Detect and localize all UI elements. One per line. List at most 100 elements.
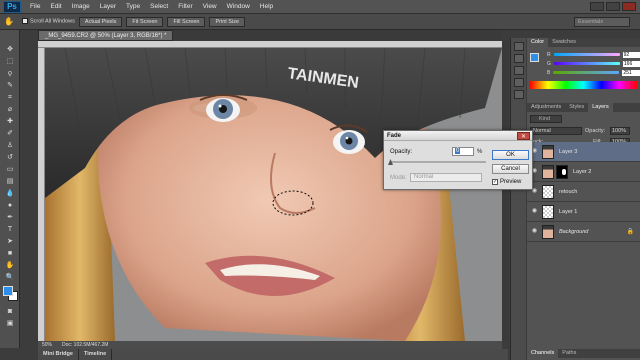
type-tool-icon[interactable]: T bbox=[3, 224, 17, 235]
layer-row-layer-2[interactable]: ◉ Layer 2 bbox=[527, 162, 640, 182]
print-size-button[interactable]: Print Size bbox=[209, 16, 246, 27]
photoshop-logo: Ps bbox=[3, 0, 21, 13]
tab-timeline[interactable]: Timeline bbox=[79, 349, 113, 360]
zoom-level[interactable]: 50% bbox=[42, 342, 52, 348]
opacity-label: Opacity: bbox=[585, 128, 606, 134]
menu-help[interactable]: Help bbox=[255, 0, 278, 14]
tab-paths[interactable]: Paths bbox=[558, 349, 580, 358]
marquee-tool-icon[interactable]: ⬚ bbox=[3, 56, 17, 67]
dialog-close-icon[interactable]: ✕ bbox=[517, 132, 530, 140]
color-spectrum-bar[interactable] bbox=[530, 81, 637, 89]
preview-checkbox[interactable]: ✓ Preview bbox=[492, 179, 521, 185]
tab-layers[interactable]: Layers bbox=[588, 103, 613, 112]
hand-tool-icon[interactable]: ✋ bbox=[3, 260, 17, 271]
menu-edit[interactable]: Edit bbox=[45, 0, 66, 14]
layer-row-layer-1[interactable]: ◉ Layer 1 bbox=[527, 202, 640, 222]
layer-name[interactable]: Layer 3 bbox=[559, 149, 577, 155]
tab-styles[interactable]: Styles bbox=[565, 103, 588, 112]
red-value[interactable]: 92 bbox=[622, 51, 640, 58]
document-tab[interactable]: _MG_9459.CR2 @ 50% (Layer 3, RGB/16*) * bbox=[38, 30, 174, 41]
tab-swatches[interactable]: Swatches bbox=[548, 38, 580, 47]
quick-select-tool-icon[interactable]: ✎ bbox=[3, 80, 17, 91]
history-brush-icon[interactable]: ↺ bbox=[3, 152, 17, 163]
layer-row-retouch[interactable]: ◉ retouch bbox=[527, 182, 640, 202]
tab-adjustments[interactable]: Adjustments bbox=[527, 103, 565, 112]
layer-name[interactable]: retouch bbox=[559, 189, 577, 195]
red-channel-row: R 92 bbox=[543, 50, 640, 59]
layer-opacity-value[interactable]: 100% bbox=[610, 127, 630, 135]
menu-layer[interactable]: Layer bbox=[95, 0, 121, 14]
crop-tool-icon[interactable]: ⌗ bbox=[3, 92, 17, 103]
image-canvas[interactable]: TAINMEN bbox=[45, 48, 502, 341]
brush-panel-icon[interactable] bbox=[514, 78, 524, 87]
blue-value[interactable]: 251 bbox=[622, 69, 640, 76]
color-panel-foreground[interactable] bbox=[530, 53, 539, 62]
layer-name[interactable]: Layer 2 bbox=[573, 169, 591, 175]
scroll-all-windows-checkbox[interactable]: Scroll All Windows bbox=[21, 18, 75, 25]
menu-file[interactable]: File bbox=[25, 0, 45, 14]
ok-button[interactable]: OK bbox=[492, 150, 529, 160]
fit-screen-button[interactable]: Fit Screen bbox=[126, 16, 164, 27]
layer-name[interactable]: Background bbox=[559, 229, 588, 235]
vertical-scrollbar[interactable] bbox=[502, 41, 509, 341]
menu-select[interactable]: Select bbox=[145, 0, 173, 14]
menu-window[interactable]: Window bbox=[222, 0, 255, 14]
close-window-button[interactable] bbox=[622, 2, 636, 11]
layer-name[interactable]: Layer 1 bbox=[559, 209, 577, 215]
foreground-color-swatch[interactable] bbox=[3, 286, 13, 296]
stamp-tool-icon[interactable]: ♙ bbox=[3, 140, 17, 151]
tab-color[interactable]: Color bbox=[527, 38, 549, 47]
blend-mode-select[interactable]: Normal bbox=[530, 127, 582, 135]
window-controls bbox=[590, 2, 640, 11]
green-channel-row: G 166 bbox=[543, 59, 640, 68]
character-panel-icon[interactable] bbox=[514, 90, 524, 99]
cancel-button[interactable]: Cancel bbox=[492, 164, 529, 174]
quick-mask-icon[interactable]: ◙ bbox=[3, 306, 17, 317]
layers-list: ◉ Layer 3 ◉ Layer 2 ◉ retouch ◉ Layer 1 … bbox=[527, 142, 640, 242]
shape-tool-icon[interactable]: ■ bbox=[3, 248, 17, 259]
history-panel-icon[interactable] bbox=[514, 42, 524, 51]
tab-channels[interactable]: Channels bbox=[527, 349, 559, 358]
lasso-tool-icon[interactable]: ϙ bbox=[3, 68, 17, 79]
fade-opacity-value[interactable]: 0 bbox=[455, 148, 461, 154]
zoom-tool-icon[interactable]: 🔍 bbox=[3, 272, 17, 283]
fade-mode-select[interactable]: Normal bbox=[410, 173, 482, 182]
fill-screen-button[interactable]: Fill Screen bbox=[167, 16, 206, 27]
menu-image[interactable]: Image bbox=[67, 0, 95, 14]
menu-type[interactable]: Type bbox=[121, 0, 145, 14]
healing-tool-icon[interactable]: ✚ bbox=[3, 116, 17, 127]
tab-mini-bridge[interactable]: Mini Bridge bbox=[38, 349, 79, 360]
fade-opacity-input[interactable]: 0 bbox=[452, 147, 474, 156]
info-panel-icon[interactable] bbox=[514, 66, 524, 75]
layer-mask-thumbnail[interactable] bbox=[556, 164, 568, 179]
screen-mode-icon[interactable]: ▣ bbox=[3, 318, 17, 329]
pen-tool-icon[interactable]: ✒ bbox=[3, 212, 17, 223]
eraser-tool-icon[interactable]: ▭ bbox=[3, 164, 17, 175]
gradient-tool-icon[interactable]: ▤ bbox=[3, 176, 17, 187]
visibility-eye-icon[interactable]: ◉ bbox=[530, 207, 539, 216]
workspace-select[interactable]: Essentials bbox=[574, 16, 630, 27]
checkbox-icon[interactable] bbox=[21, 18, 28, 25]
visibility-eye-icon[interactable]: ◉ bbox=[530, 227, 539, 236]
actual-pixels-button[interactable]: Actual Pixels bbox=[78, 16, 123, 27]
maximize-button[interactable] bbox=[606, 2, 620, 11]
minimize-button[interactable] bbox=[590, 2, 604, 11]
menu-filter[interactable]: Filter bbox=[173, 0, 197, 14]
layer-row-layer-3[interactable]: ◉ Layer 3 bbox=[527, 142, 640, 162]
red-slider[interactable] bbox=[553, 53, 620, 56]
move-tool-icon[interactable]: ✥ bbox=[3, 44, 17, 55]
properties-panel-icon[interactable] bbox=[514, 54, 524, 63]
menu-view[interactable]: View bbox=[198, 0, 222, 14]
eyedropper-tool-icon[interactable]: ⌀ bbox=[3, 104, 17, 115]
kind-filter[interactable]: Kind bbox=[530, 115, 562, 123]
green-slider[interactable] bbox=[553, 62, 620, 65]
blue-slider[interactable] bbox=[553, 71, 620, 74]
fade-opacity-slider-track[interactable] bbox=[390, 161, 486, 163]
green-value[interactable]: 166 bbox=[622, 60, 640, 67]
checkmark-icon[interactable]: ✓ bbox=[492, 179, 498, 185]
layer-row-background[interactable]: ◉ Background 🔒 bbox=[527, 222, 640, 242]
blur-tool-icon[interactable]: 💧 bbox=[3, 188, 17, 199]
dodge-tool-icon[interactable]: ● bbox=[3, 200, 17, 211]
brush-tool-icon[interactable]: ✐ bbox=[3, 128, 17, 139]
path-select-tool-icon[interactable]: ➤ bbox=[3, 236, 17, 247]
